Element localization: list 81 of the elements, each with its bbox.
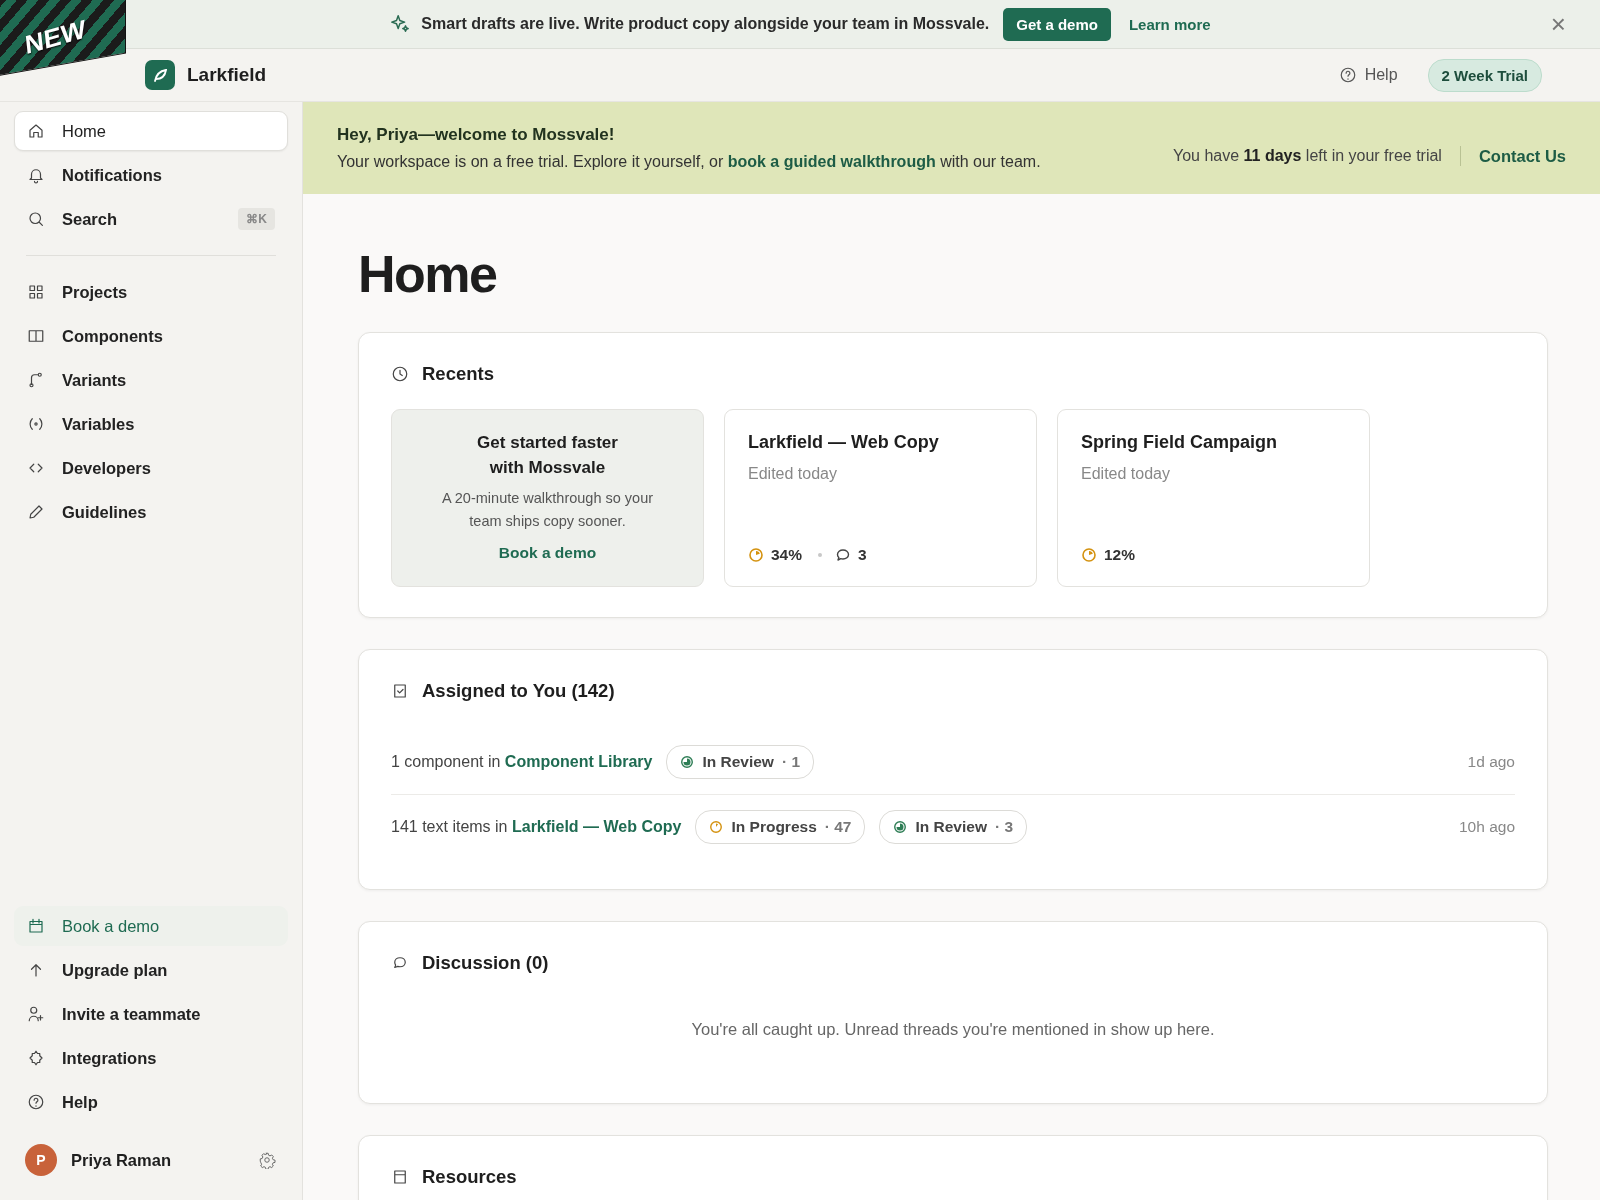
sidebar-item[interactable]: Variables (14, 404, 288, 444)
sparkle-icon (389, 13, 412, 35)
project-name: Spring Field Campaign (1081, 432, 1278, 453)
status-pill[interactable]: In Review · 3 (879, 810, 1028, 844)
promo-title: Get started faster with Mossvale (476, 432, 619, 479)
grid-icon (27, 283, 45, 301)
book-demo-link[interactable]: Book a demo (498, 544, 597, 562)
edited-label: Edited today (1081, 465, 1171, 483)
branch-icon (27, 371, 45, 389)
sidebar-item[interactable]: Guidelines (14, 492, 288, 532)
promo-text: A 20-minute walkthrough so your team ships copy sooner. (440, 489, 655, 531)
project-tile[interactable]: Larkfield — Web Copy Edited today 34% 3 (724, 409, 1037, 587)
sidebar-item[interactable]: Variants (14, 360, 288, 400)
comment-count: 3 (858, 546, 867, 564)
bell-icon (27, 166, 45, 184)
learn-more-link[interactable]: Learn more (1128, 15, 1211, 33)
welcome-text: Your workspace is on a free trial. Explore it yourself, or book a guided walkthrough with our team. (337, 153, 1041, 171)
announcement-text: Smart drafts are live. Write product copy alongside your team in Mossvale. (421, 15, 990, 33)
sidebar-item[interactable]: Developers (14, 448, 288, 488)
time-label: 1d ago (1467, 753, 1515, 771)
status-pill[interactable]: In Progress · 47 (695, 810, 866, 844)
project-tile[interactable]: Spring Field Campaign Edited today 12% (1057, 409, 1370, 587)
sidebar-item[interactable]: Integrations (14, 1038, 288, 1078)
settings-icon[interactable] (258, 1151, 276, 1169)
status-icon (680, 755, 695, 769)
sidebar-item[interactable]: Upgrade plan (14, 950, 288, 990)
sidebar-item[interactable]: Search ⌘K (14, 199, 288, 239)
sidebar-item[interactable]: Home (14, 111, 288, 151)
pencil-icon (27, 503, 45, 521)
document-icon (391, 1168, 409, 1186)
progress-icon (1081, 547, 1097, 563)
sidebar-item[interactable]: Notifications (14, 155, 288, 195)
sidebar-item[interactable]: Book a demo (14, 906, 288, 946)
assignment-text: 1 component in Component Library (391, 753, 653, 771)
help-button[interactable]: Help (1334, 62, 1402, 88)
comment-icon (835, 547, 852, 563)
checkbox-icon (391, 682, 409, 700)
section-title: Resources (422, 1166, 517, 1188)
sidebar-item[interactable]: Help (14, 1082, 288, 1122)
trial-badge[interactable]: 2 Week Trial (1427, 58, 1542, 92)
close-button[interactable]: × (1546, 11, 1570, 37)
brand-name: Larkfield (187, 64, 267, 86)
page-title: Home (358, 244, 498, 304)
contact-link[interactable]: Contact Us (1478, 146, 1566, 166)
walkthrough-link[interactable]: book a guided walkthrough (727, 153, 936, 170)
empty-state-text: You're all caught up. Unread threads you're mentioned in show up here. (690, 1020, 1216, 1039)
help-icon (27, 1093, 45, 1111)
book-icon (27, 327, 45, 345)
sidebar-item[interactable]: Components (14, 316, 288, 356)
time-label: 10h ago (1458, 818, 1515, 836)
project-link[interactable]: Component Library (504, 753, 653, 770)
section-title: Discussion (0) (422, 952, 549, 974)
home-icon (27, 122, 45, 140)
calendar-icon (27, 917, 45, 935)
progress-value: 12% (1104, 546, 1136, 564)
user-name: Priya Raman (71, 1150, 172, 1170)
help-icon (1338, 66, 1357, 84)
sidebar-item[interactable]: Invite a teammate (14, 994, 288, 1034)
clock-icon (391, 365, 409, 383)
project-link[interactable]: Larkfield — Web Copy (511, 818, 682, 835)
search-icon (27, 210, 45, 228)
get-demo-button[interactable]: Get a demo (1003, 7, 1111, 41)
shortcut-hint: ⌘K (238, 208, 275, 230)
leaf-logo-icon (145, 60, 175, 90)
user-avatar: P (25, 1144, 57, 1176)
ribbon-label: NEW (23, 13, 87, 62)
status-icon (709, 820, 724, 834)
progress-icon (748, 547, 764, 563)
section-title: Recents (422, 363, 494, 385)
welcome-title: Hey, Priya—welcome to Mossvale! (337, 125, 616, 145)
section-title: Assigned to You (142) (422, 680, 615, 702)
trial-note: You have 11 days left in your free trial (1173, 147, 1442, 165)
variable-icon (27, 415, 45, 433)
status-pill[interactable]: In Review · 1 (666, 745, 814, 779)
assignment-text: 141 text items in Larkfield — Web Copy (391, 818, 682, 836)
progress-value: 34% (771, 546, 803, 564)
status-icon (893, 820, 908, 834)
sidebar-item[interactable]: Projects (14, 272, 288, 312)
project-name: Larkfield — Web Copy (748, 432, 940, 453)
add-person-icon (27, 1005, 45, 1023)
edited-label: Edited today (748, 465, 838, 483)
